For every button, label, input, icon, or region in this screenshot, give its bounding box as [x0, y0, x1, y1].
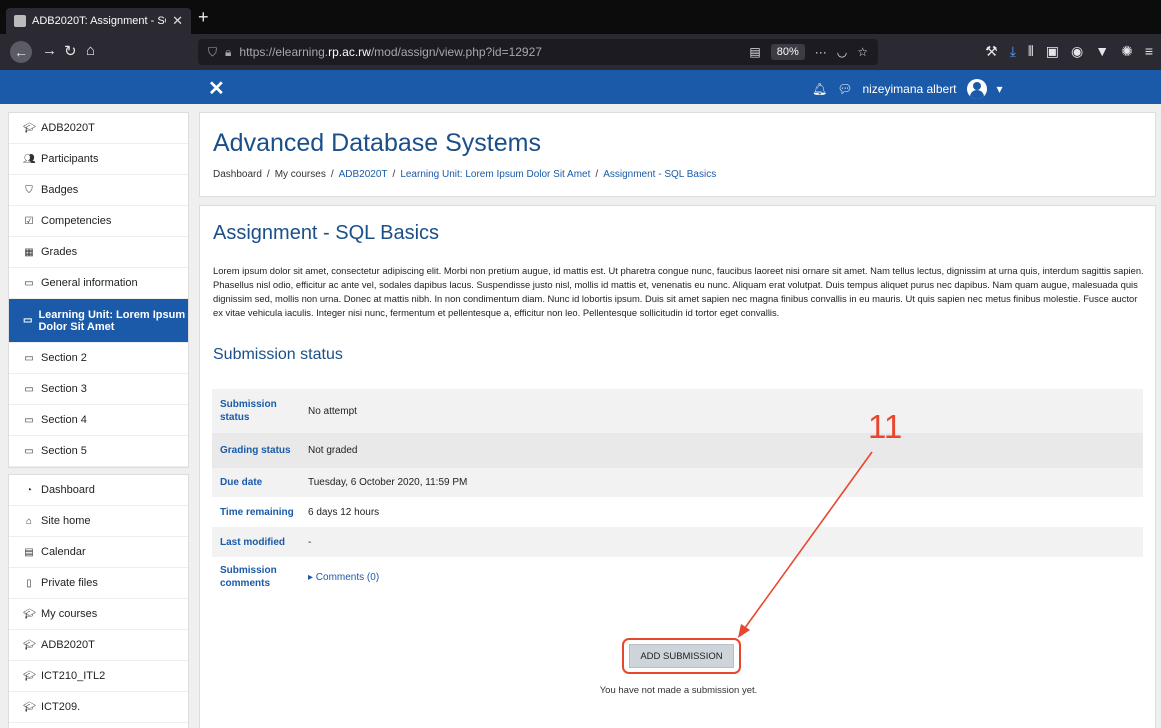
annotation-arrow [738, 451, 873, 638]
screen: ADB2020T: Assignment - SQL I ✕ + ← → ↻ ⌂… [0, 0, 1161, 728]
